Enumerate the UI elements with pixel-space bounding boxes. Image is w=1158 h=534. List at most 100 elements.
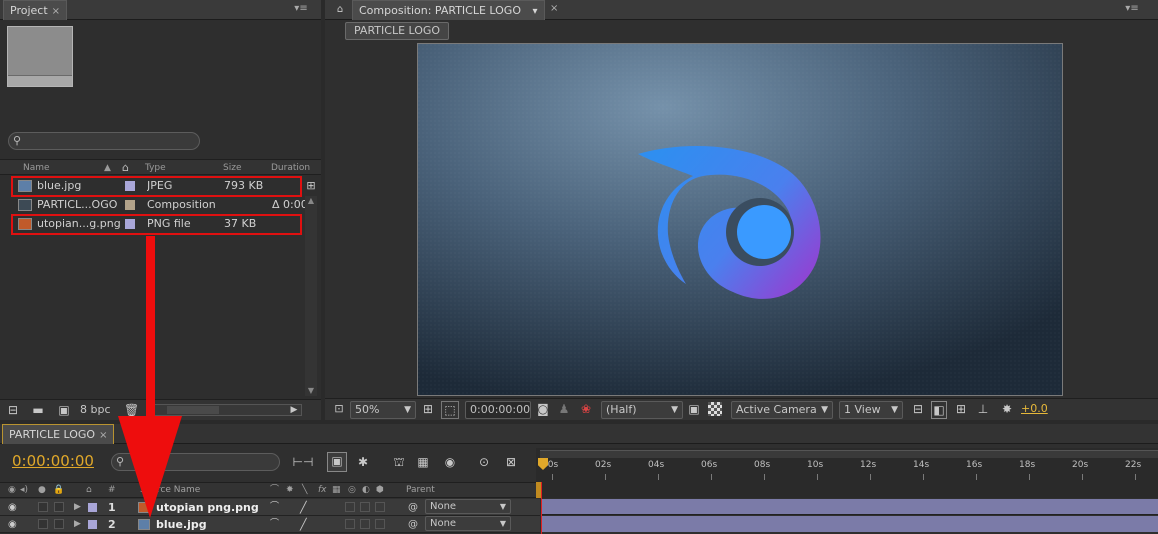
scroll-right-icon[interactable]: ▶	[288, 402, 300, 418]
expand-arrow-icon[interactable]: ▶	[74, 516, 81, 533]
hide-shy-layers-icon[interactable]: ⛫	[390, 454, 408, 470]
audio-icon[interactable]: ◂)	[20, 483, 28, 497]
column-name[interactable]: Name	[23, 160, 50, 176]
comp-mini-flowchart-icon[interactable]: ⊢⊣	[290, 454, 316, 470]
solo-box[interactable]	[38, 502, 48, 512]
resolution-grid-icon[interactable]: ⊞	[421, 401, 435, 417]
reset-exposure-icon[interactable]: ✸	[999, 401, 1015, 417]
project-search-input[interactable]: ⚲	[8, 132, 200, 150]
lock-icon[interactable]: 🔒	[53, 483, 64, 497]
column-parent[interactable]: Parent	[406, 483, 435, 497]
panel-menu-icon[interactable]: ▾≡	[290, 3, 312, 15]
new-folder-icon[interactable]: ▬	[30, 402, 46, 418]
solo-icon[interactable]: ●	[38, 483, 46, 497]
work-area-bar[interactable]	[540, 450, 1158, 458]
always-preview-icon[interactable]: ⊡	[331, 401, 347, 417]
label-swatch[interactable]	[88, 503, 97, 512]
toggle-pixel-aspect-icon[interactable]: ⊟	[911, 401, 925, 417]
layer-duration-bar[interactable]	[542, 516, 1158, 532]
frame-blending-icon[interactable]: ▦	[413, 454, 433, 470]
frame-blend-switch-icon[interactable]: ▦	[332, 483, 341, 497]
lock-box[interactable]	[54, 519, 64, 529]
quality-switch-icon[interactable]: ╱	[300, 499, 307, 516]
panel-menu-icon[interactable]: ▾≡	[1121, 3, 1143, 15]
layer-row[interactable]: ◉ ▶ 1 utopian png.png ⌒ ╱ @ None ▼	[0, 499, 540, 516]
layer-row[interactable]: ◉ ▶ 2 blue.jpg ⌒ ╱ @ None ▼	[0, 516, 540, 533]
sort-arrow-icon[interactable]: ▲	[104, 160, 111, 176]
composition-viewer[interactable]	[417, 43, 1063, 396]
solo-box[interactable]	[38, 519, 48, 529]
flowchart-icon[interactable]: ⊞	[304, 178, 318, 194]
label-swatch[interactable]	[125, 200, 135, 210]
fast-preview-toggle-icon[interactable]: ◧	[931, 401, 947, 419]
switch-box[interactable]	[375, 519, 385, 529]
brainstorm-icon[interactable]: ⊙	[474, 454, 494, 470]
transparency-grid-icon[interactable]	[708, 402, 722, 416]
close-icon[interactable]: ×	[52, 6, 60, 17]
column-duration[interactable]: Duration	[271, 160, 310, 176]
switch-box[interactable]	[360, 519, 370, 529]
switch-box[interactable]	[375, 502, 385, 512]
close-icon[interactable]: ×	[99, 430, 107, 441]
switch-box[interactable]	[360, 502, 370, 512]
label-swatch[interactable]	[88, 520, 97, 529]
effects-column[interactable]: fx	[318, 483, 327, 497]
label-tag-icon[interactable]: ⌂	[122, 160, 129, 176]
exposure-value[interactable]: +0.0	[1021, 402, 1048, 415]
view-layout-select[interactable]: 1 View ▼	[839, 401, 903, 419]
pick-whip-icon[interactable]: @	[408, 499, 418, 516]
flowchart-icon[interactable]: ⊥	[975, 401, 991, 417]
region-of-interest-icon[interactable]: ⬚	[441, 401, 459, 419]
camera-select[interactable]: Active Camera ▼	[731, 401, 833, 419]
show-snapshot-icon[interactable]: ♟	[557, 401, 571, 417]
current-time-field[interactable]: 0:00:00:00	[465, 401, 531, 419]
new-composition-icon[interactable]: ▣	[56, 402, 72, 418]
scroll-up-icon[interactable]: ▲	[305, 196, 317, 206]
scroll-down-icon[interactable]: ▼	[305, 386, 317, 396]
motion-blur-switch-icon[interactable]: ◎	[348, 483, 356, 497]
quality-switch-icon[interactable]: ╱	[300, 516, 307, 533]
parent-select[interactable]: None ▼	[425, 516, 511, 531]
current-time-indicator-line[interactable]	[541, 482, 542, 534]
switch-box[interactable]	[345, 502, 355, 512]
motion-blur-icon[interactable]: ◉	[440, 454, 460, 470]
adjustment-switch-icon[interactable]: ◐	[362, 483, 370, 497]
timeline-toggle-icon[interactable]: ⊞	[953, 401, 969, 417]
lock-icon[interactable]: ⌂	[333, 2, 347, 18]
visibility-eye-icon[interactable]: ◉	[8, 516, 17, 533]
time-ruler[interactable]: 00s 02s 04s 06s 08s 10s 12s 14s 16s 18s 20s 22s	[536, 448, 1158, 482]
parent-select[interactable]: None ▼	[425, 499, 511, 514]
quality-switch-icon[interactable]: ╲	[302, 483, 307, 497]
breadcrumb[interactable]: PARTICLE LOGO	[345, 22, 450, 40]
fast-previews-icon[interactable]: ▣	[687, 401, 701, 417]
3d-switch-icon[interactable]: ⬢	[376, 483, 384, 497]
project-item[interactable]: PARTICL...OGO Composition Δ 0:00	[8, 196, 308, 214]
lock-box[interactable]	[54, 502, 64, 512]
switch-box[interactable]	[345, 519, 355, 529]
label-tag-icon[interactable]: ⌂	[86, 483, 92, 497]
collapse-switch-icon[interactable]: ✸	[286, 483, 294, 497]
layer-duration-bar[interactable]	[542, 499, 1158, 515]
eye-icon[interactable]: ◉	[8, 483, 16, 497]
project-scrollbar[interactable]: ▲ ▼	[305, 196, 317, 396]
tab-project[interactable]: Project ×	[3, 0, 68, 20]
shy-switch-icon[interactable]: ⌒	[270, 499, 279, 516]
camera-snapshot-icon[interactable]: ◙	[535, 401, 551, 417]
draft-3d-icon[interactable]: ✱	[354, 454, 372, 470]
interpret-footage-icon[interactable]: ⊟	[6, 402, 20, 418]
shy-switch-icon[interactable]: ⌒	[270, 516, 279, 533]
bpc-label[interactable]: 8 bpc	[80, 403, 111, 416]
chevron-down-icon[interactable]: ▾	[533, 6, 538, 17]
expand-arrow-icon[interactable]: ▶	[74, 499, 81, 516]
graph-editor-icon[interactable]: ⊠	[501, 454, 521, 470]
live-update-icon[interactable]: ▣	[327, 452, 347, 472]
column-type[interactable]: Type	[145, 160, 166, 176]
visibility-eye-icon[interactable]: ◉	[8, 499, 17, 516]
close-icon[interactable]: ×	[550, 3, 558, 14]
tab-timeline[interactable]: PARTICLE LOGO ×	[2, 424, 115, 444]
color-channels-icon[interactable]: ❀	[577, 401, 595, 417]
shy-switch-icon[interactable]: ⌒	[270, 483, 279, 497]
column-size[interactable]: Size	[223, 160, 241, 176]
tab-composition[interactable]: Composition: PARTICLE LOGO ▾	[352, 0, 545, 20]
resolution-select[interactable]: (Half) ▼	[601, 401, 683, 419]
